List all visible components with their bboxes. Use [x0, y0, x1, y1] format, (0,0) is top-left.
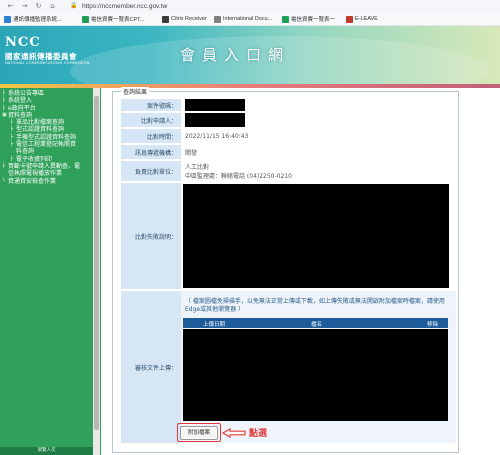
- col-upload-date: 上傳日期: [203, 322, 226, 328]
- bookmark-item[interactable]: 電信資費一覽表CPT...: [82, 14, 144, 24]
- redacted-block: [183, 184, 449, 288]
- unit-value-line1: 人工比對: [185, 164, 210, 171]
- bookmark-icon: [282, 15, 289, 23]
- url-field[interactable]: https://nccmember.ncc.gov.tw: [82, 1, 167, 12]
- unit-value: 人工比對 中區監理處：聯絡電話 (04)2250-0210: [181, 161, 292, 181]
- highlight-box: [177, 423, 221, 442]
- sidebar-item[interactable]: ├ 系統登入: [2, 97, 94, 104]
- col-remove: 移除: [427, 322, 439, 328]
- bookmark-item[interactable]: 電信資費一覽表一: [282, 14, 335, 24]
- unit-value-line2: 中區監理處：聯絡電話 (04)2250-0210: [185, 173, 292, 180]
- col-filename: 檔名: [311, 322, 323, 328]
- bookmark-item[interactable]: 通訊傳播監理系統...: [4, 14, 62, 24]
- sidebar-subitem[interactable]: 電子收據列印: [2, 156, 94, 163]
- sidebar-subitem-continued[interactable]: 料查詢: [2, 148, 94, 155]
- row-recipient: 訊息傳遞機構： 開發: [121, 145, 197, 159]
- recipient-label: 訊息傳遞機構：: [121, 145, 181, 159]
- sidebar-item[interactable]: └ 資通資安檢查作業: [2, 178, 94, 185]
- click-annotation: 點選: [249, 429, 268, 439]
- upload-label: 審核文件上傳：: [121, 291, 181, 443]
- time-value: 2022/11/15 16:40:43: [185, 132, 249, 140]
- redacted-block: [185, 99, 245, 111]
- bookmark-icon: [4, 15, 11, 23]
- sidebar-item-continued[interactable]: 信執照電視播放作業: [2, 170, 94, 177]
- sidebar-subitem[interactable]: 手機型式認證資料查詢: [2, 134, 94, 141]
- panel-legend: 查詢結果: [121, 87, 150, 96]
- row-applicant: 比對申請人：: [121, 113, 245, 127]
- row-unit: 負責比對單位： 人工比對 中區監理處：聯絡電話 (04)2250-0210: [121, 161, 292, 181]
- case-no-label: 案件號碼：: [121, 99, 181, 111]
- row-case-no: 案件號碼：: [121, 99, 245, 111]
- upload-notice: （ 檔案圖檔免掃描手，以免無法正常上傳或下載，如上傳失敗或無法開啟附加檔案時檔案…: [185, 298, 445, 313]
- bookmark-label: 電信資費一覽表CPT...: [91, 17, 145, 23]
- forward-icon[interactable]: →: [20, 2, 29, 11]
- bookmark-label: 電信資費一覽表一: [291, 17, 336, 23]
- case-no-value: [181, 99, 245, 111]
- bookmark-item[interactable]: Citrix Receiver: [162, 14, 207, 24]
- bookmark-label: Citrix Receiver: [171, 16, 207, 22]
- bookmark-label: E-LEAVE: [355, 16, 378, 22]
- applicant-label: 比對申請人：: [121, 113, 181, 127]
- bookmark-label: 通訊傳播監理系統...: [13, 17, 62, 23]
- logo-abbr: NCC: [5, 35, 41, 50]
- lock-icon: 🔒: [70, 2, 78, 9]
- home-icon[interactable]: ⌂: [48, 2, 57, 11]
- applicant-value: [181, 113, 245, 127]
- fail-reason-label: 比對失敗說明：: [121, 183, 181, 289]
- bookmark-icon: [214, 15, 221, 23]
- bookmark-item[interactable]: E-LEAVE: [346, 14, 378, 24]
- redacted-block: [185, 113, 245, 127]
- unit-label: 負責比對單位：: [121, 161, 181, 181]
- sidebar-menu: ├系統公告專區 ├系統登入 ├e政府平台 ▣資料查詢 單品比對檔案查詢 型式認證…: [2, 90, 94, 185]
- refresh-icon[interactable]: ↻: [34, 2, 43, 11]
- site-banner: NCC 國家通訊傳播委員會 NATIONAL COMMUNICATIONS CO…: [0, 26, 500, 84]
- logo-english: NATIONAL COMMUNICATIONS COMMISSION: [5, 61, 90, 65]
- address-bar-area: ← → ↻ ⌂ 🔒 https://nccmember.ncc.gov.tw: [0, 0, 500, 14]
- sidebar-item[interactable]: ├ e政府平台: [2, 105, 94, 112]
- sidebar-footer: 瀏覽人次: [0, 447, 93, 455]
- bookmark-item[interactable]: International Docu...: [214, 14, 272, 24]
- arrow-left-icon: [222, 428, 246, 438]
- recipient-value: 開發: [185, 149, 198, 157]
- row-fail-reason: 比對失敗說明：: [121, 183, 449, 289]
- back-icon[interactable]: ←: [6, 2, 15, 11]
- time-label: 比對時間：: [121, 129, 181, 143]
- page-title: 會員入口網: [180, 46, 291, 64]
- redacted-file-list: [183, 329, 448, 421]
- file-table-header: 上傳日期 檔名 移除: [183, 318, 448, 328]
- fail-reason-value: [181, 183, 449, 289]
- row-time: 比對時間： 2022/11/15 16:40:43: [121, 129, 248, 143]
- bookmark-icon: [346, 15, 353, 23]
- bookmark-icon: [162, 15, 169, 23]
- bookmark-icon: [82, 15, 89, 23]
- sidebar-scrollbar-thumb[interactable]: [94, 96, 99, 430]
- sidebar-subitem[interactable]: 型式認證資料查詢: [2, 126, 94, 133]
- bookmarks-bar: 通訊傳播監理系統... 電信資費一覽表CPT... Citrix Receive…: [0, 13, 500, 26]
- bookmark-label: International Docu...: [223, 16, 273, 22]
